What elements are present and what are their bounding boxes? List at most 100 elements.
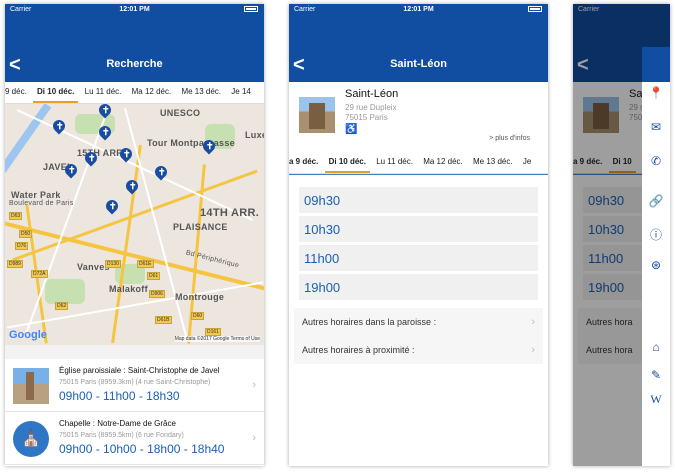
link-icon[interactable]: 🔗 [648, 193, 664, 209]
location-icon[interactable]: 📍 [648, 85, 664, 101]
church-map-pin[interactable]: ✝ [117, 145, 135, 164]
route-badge: D62 [55, 302, 69, 310]
map-label: Water Park [11, 190, 61, 200]
side-menu: 📍 ✉ ✆ 🔗 ⓘ ⊛ ⌂ ✎ W [642, 47, 670, 466]
date-selector: 9 déc. Di 10 déc. Lu 11 déc. Ma 12 déc. … [5, 82, 264, 104]
cross-icon: ✝ [109, 201, 117, 211]
church-photo [299, 97, 335, 133]
route-badge: D76 [15, 242, 29, 250]
chevron-right-icon: › [531, 344, 535, 356]
church-address-line2: 75015 Paris [345, 113, 388, 122]
battery-icon [244, 6, 258, 12]
chapel-icon: ⛪ [13, 421, 49, 457]
mail-icon[interactable]: ✉ [648, 119, 664, 135]
screen-church-menu: Carrier < Sai 29 r 7501 a 9 déc. Di 10 0… [573, 4, 670, 466]
church-map-pin[interactable]: ✝ [123, 177, 141, 196]
map-label: 14TH ARR. [200, 207, 260, 219]
church-map-pin[interactable]: ✝ [103, 197, 121, 216]
church-map-pin[interactable]: ✝ [50, 117, 68, 136]
clock: 12:01 PM [119, 6, 150, 13]
result-title: Église paroissiale : Saint-Christophe de… [59, 366, 220, 375]
drawer-header [642, 47, 670, 82]
church-map-pin[interactable]: ✝ [200, 137, 218, 156]
status-bar: Carrier 12:01 PM [5, 4, 264, 15]
other-times-nearby-link[interactable]: Autres horaires à proximité : › [294, 336, 543, 364]
date-tab[interactable]: Me 13 déc. [469, 152, 517, 173]
more-info-link[interactable]: > plus d'infos [489, 135, 530, 142]
divider [5, 345, 264, 359]
church-map-pin[interactable]: ✝ [62, 161, 80, 180]
list-item[interactable]: ⛪ Chapelle : Notre-Dame de Grâce 75015 P… [5, 412, 264, 465]
other-times-parish-link[interactable]: Autres horaires dans la paroisse : › [294, 308, 543, 336]
church-photo [13, 368, 49, 404]
church-map-pin[interactable]: ✝ [152, 163, 170, 182]
park [45, 279, 85, 304]
cross-icon: ✝ [206, 141, 214, 151]
cross-icon: ✝ [129, 181, 137, 191]
home-icon[interactable]: ⌂ [648, 339, 664, 355]
time-slot[interactable]: 10h30 [299, 216, 538, 242]
phone-icon[interactable]: ✆ [648, 153, 664, 169]
date-tab-selected[interactable]: Di 10 déc. [33, 82, 79, 103]
cross-icon: ✝ [68, 165, 76, 175]
date-tab[interactable]: Me 13 déc. [177, 82, 225, 103]
header-background [289, 15, 548, 47]
map-label: Tour Montparnasse [147, 138, 235, 148]
cross-icon: ✝ [123, 149, 131, 159]
date-tab[interactable]: Ma 12 déc. [128, 82, 176, 103]
time-slot[interactable]: 11h00 [299, 245, 538, 271]
other-schedules: Autres horaires dans la paroisse : › Aut… [294, 308, 543, 364]
result-address: 75015 Paris (8959.3km) (4 rue Saint-Chri… [59, 379, 211, 386]
edit-icon[interactable]: ✎ [648, 367, 664, 383]
cross-icon: ✝ [158, 167, 166, 177]
route-badge: D61 [147, 272, 161, 280]
route-badge: D60 [191, 312, 205, 320]
accessibility-icon: ♿ [345, 124, 358, 135]
map-view[interactable]: UNESCO Tour Montparnasse 15TH ARR. 14TH … [5, 104, 264, 345]
wikipedia-icon[interactable]: W [648, 391, 664, 407]
church-map-pin[interactable]: ✝ [82, 149, 100, 168]
date-tab[interactable]: Je [519, 152, 535, 173]
route-badge: D61B [155, 316, 172, 324]
route-badge: D61E [137, 260, 154, 268]
status-bar: Carrier 12:01 PM [289, 4, 548, 15]
church-map-pin[interactable]: ✝ [96, 123, 114, 142]
map-label: Malakoff [109, 284, 148, 294]
route-badge: D161 [205, 328, 221, 336]
date-tab-selected[interactable]: Di 10 déc. [324, 152, 370, 173]
result-times: 09h00 - 11h00 - 18h30 [59, 389, 180, 403]
lifebuoy-icon[interactable]: ⊛ [648, 257, 664, 273]
map-label: Boulevard de Paris [9, 200, 74, 207]
date-tab[interactable]: a 9 déc. [289, 152, 322, 173]
date-tab[interactable]: Je 14 [227, 82, 255, 103]
date-tab[interactable]: Lu 11 déc. [81, 82, 126, 103]
date-tab[interactable]: 9 déc. [5, 82, 31, 103]
result-address: 75015 Paris (8959.5km) (6 rue Fondary) [59, 432, 184, 439]
info-icon[interactable]: ⓘ [648, 227, 664, 243]
screen-search: Carrier 12:01 PM < Recherche 9 déc. Di 1… [5, 4, 264, 466]
map-copyright[interactable]: Map data ©2017 Google Terms of Use [174, 336, 260, 342]
list-item[interactable]: Église paroissiale : Saint-Christophe de… [5, 359, 264, 412]
cross-icon: ✝ [88, 153, 96, 163]
result-times: 09h00 - 10h00 - 18h00 - 18h40 [59, 442, 225, 456]
clock: 12:01 PM [403, 6, 434, 13]
route-badge: D50 [19, 230, 33, 238]
map-label: UNESCO [160, 108, 201, 118]
date-tab[interactable]: Ma 12 déc. [419, 152, 467, 173]
road [111, 144, 142, 344]
time-slot[interactable]: 19h00 [299, 274, 538, 300]
route-badge: D989 [7, 260, 23, 268]
church-address-line1: 29 rue Dupleix [345, 103, 397, 112]
chevron-right-icon: › [531, 316, 535, 328]
map-label: Montrouge [175, 292, 225, 302]
date-tab[interactable]: Lu 11 déc. [372, 152, 417, 173]
church-map-pin[interactable]: ✝ [96, 104, 114, 120]
page-title: Saint-Léon [390, 58, 447, 70]
result-title: Chapelle : Notre-Dame de Grâce [59, 419, 176, 428]
cross-icon: ✝ [102, 127, 110, 137]
church-header: Saint-Léon 29 rue Dupleix 75015 Paris ♿ … [289, 82, 548, 152]
map-label: PLAISANCE [173, 222, 228, 232]
time-slot[interactable]: 09h30 [299, 187, 538, 213]
church-name: Saint-Léon [345, 88, 399, 100]
chevron-right-icon: › [252, 379, 256, 391]
